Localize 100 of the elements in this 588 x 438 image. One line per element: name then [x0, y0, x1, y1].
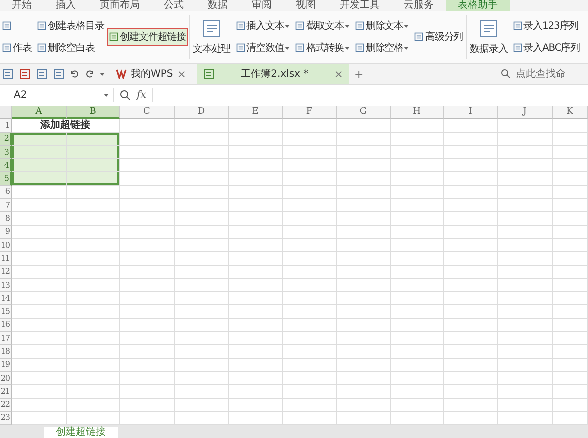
selected-cell[interactable] [12, 132, 67, 146]
row-header[interactable]: 19 [0, 358, 12, 372]
grid-cell[interactable] [553, 252, 588, 266]
grid-cell[interactable] [175, 345, 229, 359]
grid-cell[interactable] [120, 252, 175, 266]
grid-cell[interactable] [12, 412, 67, 426]
grid-cell[interactable] [67, 345, 120, 359]
grid-cell[interactable] [120, 212, 175, 226]
grid-cell[interactable] [229, 318, 283, 332]
grid-cell[interactable] [283, 358, 337, 372]
grid-cell[interactable] [229, 226, 283, 239]
ribbon-large-button[interactable]: 数据录入 [468, 18, 510, 56]
grid-cell[interactable] [391, 292, 444, 306]
menu-tab[interactable]: 云服务 [392, 0, 446, 11]
zoom-icon[interactable] [120, 90, 131, 100]
grid-cell[interactable] [12, 238, 67, 252]
grid-cell[interactable] [337, 358, 391, 372]
grid-cell[interactable] [229, 252, 283, 266]
grid-cell[interactable] [337, 278, 391, 292]
selected-cell[interactable] [67, 146, 120, 160]
grid-cell[interactable] [553, 212, 588, 226]
grid-cell[interactable] [391, 305, 444, 319]
row-header[interactable]: 7 [0, 199, 12, 212]
name-box[interactable]: A2 [0, 88, 114, 102]
grid-cell[interactable] [337, 226, 391, 239]
grid-cell[interactable] [391, 398, 444, 412]
grid-cell[interactable] [12, 305, 67, 319]
grid-cell[interactable] [120, 385, 175, 399]
grid-cell[interactable] [337, 345, 391, 359]
grid-cell[interactable] [120, 292, 175, 306]
grid-cell[interactable] [498, 226, 553, 239]
grid-cell[interactable] [553, 172, 588, 186]
ribbon-button[interactable]: 插入文本 [234, 17, 292, 35]
ribbon-large-button[interactable]: 文本处理 [191, 18, 233, 56]
column-header[interactable]: K [553, 106, 588, 120]
grid-cell[interactable] [67, 385, 120, 399]
column-header[interactable]: A [12, 106, 67, 120]
grid-cell[interactable] [120, 159, 175, 172]
grid-cell[interactable] [120, 332, 175, 346]
grid-cell[interactable] [498, 318, 553, 332]
ribbon-button[interactable]: 格式转换 [293, 39, 352, 57]
grid-cell[interactable] [337, 305, 391, 319]
grid-cell[interactable] [120, 305, 175, 319]
grid-cell[interactable] [553, 358, 588, 372]
grid-cell[interactable] [283, 252, 337, 266]
row-header[interactable]: 11 [0, 252, 12, 266]
grid-cell[interactable] [229, 345, 283, 359]
grid-cell[interactable] [444, 146, 498, 160]
grid-cell[interactable] [175, 252, 229, 266]
grid-cell[interactable] [12, 345, 67, 359]
grid-cell[interactable] [553, 332, 588, 346]
grid-cell[interactable] [444, 119, 498, 133]
row-header[interactable]: 9 [0, 226, 12, 239]
grid-cell[interactable] [229, 385, 283, 399]
grid-cell[interactable] [12, 199, 67, 212]
grid-cell[interactable] [498, 266, 553, 279]
grid-cell[interactable] [175, 172, 229, 186]
grid-cell[interactable] [337, 132, 391, 146]
grid-cell[interactable] [391, 172, 444, 186]
grid-cell[interactable] [391, 238, 444, 252]
grid-cell[interactable] [283, 292, 337, 306]
row-header[interactable]: 4 [0, 159, 12, 172]
grid-cell[interactable] [337, 398, 391, 412]
grid-cell[interactable] [498, 212, 553, 226]
sheet-tab[interactable]: 创建超链接 [44, 427, 118, 438]
grid-cell[interactable] [283, 199, 337, 212]
grid-cell[interactable] [553, 238, 588, 252]
grid-cell[interactable] [175, 146, 229, 160]
selected-cell[interactable] [67, 132, 120, 146]
grid-cell[interactable] [444, 385, 498, 399]
grid-cell[interactable] [12, 212, 67, 226]
grid-cell[interactable] [337, 412, 391, 426]
grid-cell[interactable] [553, 372, 588, 386]
row-header[interactable]: 5 [0, 172, 12, 186]
grid-cell[interactable] [175, 398, 229, 412]
row-header[interactable]: 8 [0, 212, 12, 226]
grid-cell[interactable] [175, 238, 229, 252]
redo-icon[interactable] [85, 69, 95, 79]
grid-cell[interactable] [175, 226, 229, 239]
grid-cell[interactable] [498, 186, 553, 200]
grid-cell[interactable] [391, 119, 444, 133]
grid-cell[interactable] [553, 159, 588, 172]
grid-cell[interactable] [444, 238, 498, 252]
grid-cell[interactable] [391, 358, 444, 372]
grid-cell[interactable] [337, 212, 391, 226]
grid-cell[interactable] [175, 159, 229, 172]
grid-cell[interactable] [391, 385, 444, 399]
grid-cell[interactable] [12, 292, 67, 306]
grid-cell[interactable] [444, 372, 498, 386]
grid-cell[interactable] [553, 119, 588, 133]
menu-tab[interactable]: 表格助手 [446, 0, 510, 11]
grid-cell[interactable] [175, 292, 229, 306]
grid-cell[interactable] [498, 398, 553, 412]
grid-cell[interactable] [553, 199, 588, 212]
close-icon[interactable]: × [334, 68, 344, 80]
grid-cell[interactable] [229, 332, 283, 346]
grid-cell[interactable] [175, 305, 229, 319]
grid-cell[interactable] [67, 278, 120, 292]
grid-cell[interactable] [67, 212, 120, 226]
ribbon-button[interactable]: 创建表格目录 [34, 17, 106, 35]
